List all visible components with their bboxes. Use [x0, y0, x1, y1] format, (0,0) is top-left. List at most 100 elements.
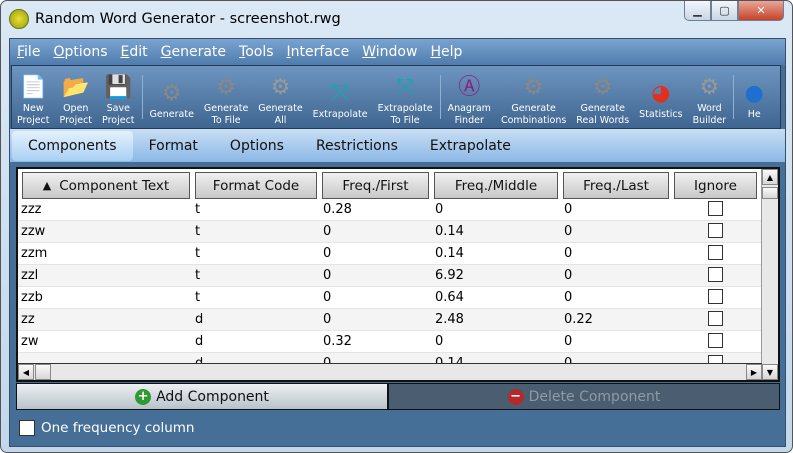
table-cell: zzm: [21, 246, 48, 261]
table-cell: t: [195, 224, 201, 239]
toolbar-generate-real-words-button[interactable]: ⚙ Generate Real Words: [571, 67, 634, 127]
scroll-up-button[interactable]: ▲: [762, 169, 778, 185]
menu-tools[interactable]: Tools: [239, 44, 274, 60]
minus-icon: −: [507, 388, 524, 405]
menu-options[interactable]: Options: [53, 44, 107, 60]
add-component-label: Add Component: [156, 388, 269, 405]
title-bar: Random Word Generator - screenshot.rwg: [9, 7, 341, 31]
ignore-checkbox[interactable]: [708, 267, 723, 282]
table-cell: 0.28: [323, 202, 352, 217]
tab-components[interactable]: Components: [12, 130, 133, 161]
menu-generate[interactable]: Generate: [161, 44, 226, 60]
vertical-scroll-thumb[interactable]: [762, 187, 778, 199]
column-header-label: Freq./Middle: [454, 177, 538, 194]
toolbar-label-line1: Generate: [149, 109, 194, 120]
column-header-format-code[interactable]: Format Code: [195, 172, 317, 199]
table-cell: 0: [564, 290, 573, 305]
new-file-icon: 📄: [19, 75, 47, 100]
tab-options[interactable]: Options: [214, 131, 300, 161]
table-row[interactable]: zz d 0 2.48 0.22: [18, 309, 762, 331]
table-cell: 0: [435, 334, 444, 349]
app-window: Random Word Generator - screenshot.rwg ▁…: [0, 0, 793, 453]
tab-bar: Components Format Options Restrictions Extra…: [10, 129, 785, 162]
ignore-checkbox[interactable]: [708, 311, 723, 326]
ignore-checkbox[interactable]: [708, 201, 723, 216]
column-header-freq-last[interactable]: Freq./Last: [563, 172, 669, 199]
toolbar-label-line2: Combinations: [500, 115, 567, 126]
table-cell: 0: [564, 246, 573, 261]
table-cell: d: [195, 312, 204, 327]
one-frequency-checkbox[interactable]: One frequency column: [19, 420, 194, 436]
gear-abc-icon: ⚙: [523, 75, 544, 100]
scroll-right-button[interactable]: ▶: [746, 364, 762, 380]
ignore-checkbox[interactable]: [708, 245, 723, 260]
scroll-down-button[interactable]: ▼: [762, 364, 778, 380]
table-cell: 2.48: [435, 312, 464, 327]
menu-window[interactable]: Window: [362, 44, 417, 60]
add-component-button[interactable]: + Add Component: [16, 383, 388, 410]
checkbox[interactable]: [19, 420, 35, 436]
toolbar-label-line1: Generate: [258, 103, 303, 114]
table-row[interactable]: zzm t 0 0.14 0: [18, 243, 762, 265]
gear-icon: ⚙: [161, 81, 182, 106]
arrows-file-icon: ⤧: [396, 75, 414, 100]
toolbar-extrapolate-button[interactable]: ⤧ Extrapolate: [308, 67, 373, 127]
menu-interface[interactable]: Interface: [287, 44, 350, 60]
toolbar-label-line1: He: [747, 109, 761, 120]
table-row[interactable]: zzl t 0 6.92 0: [18, 265, 762, 287]
close-button[interactable]: ✕: [738, 1, 784, 21]
toolbar-label-line1: Generate: [511, 103, 556, 114]
column-header-ignore[interactable]: Ignore: [674, 172, 757, 199]
column-header-freq-middle[interactable]: Freq./Middle: [434, 172, 558, 199]
toolbar-anagram-finder-button[interactable]: Ⓐ Anagram Finder: [443, 67, 496, 127]
minimize-button[interactable]: ▁: [684, 1, 711, 21]
table-cell: 6.92: [435, 268, 464, 283]
toolbar-save-project-button[interactable]: 💾 Save Project: [97, 67, 140, 127]
toolbar-label-line1: Save: [106, 103, 130, 114]
table-cell: 0: [564, 334, 573, 349]
components-table: d 0 0.14 0 zw d 0.32 0 0 zz d 0 2.48 0.22 zzb t 0 0.64 0 zz…: [16, 167, 780, 382]
ignore-checkbox[interactable]: [708, 289, 723, 304]
toolbar-he-button[interactable]: ● He: [736, 67, 772, 127]
gear-file-icon: ⚙: [216, 75, 236, 100]
toolbar-generate-all-button[interactable]: ⚙ Generate All: [253, 67, 307, 127]
toolbar-generate-button[interactable]: ⚙ Generate: [145, 67, 199, 127]
table-cell: zz: [21, 312, 35, 327]
menu-help[interactable]: Help: [430, 44, 462, 60]
column-header-freq-first[interactable]: Freq./First: [322, 172, 429, 199]
column-header-component-text[interactable]: ▲ Component Text: [22, 172, 190, 199]
tab-restrictions[interactable]: Restrictions: [300, 131, 414, 161]
table-cell: 0: [435, 202, 444, 217]
menu-file[interactable]: File: [17, 44, 40, 60]
maximize-button[interactable]: ▢: [711, 1, 738, 21]
toolbar-open-project-button[interactable]: 📂 Open Project: [55, 67, 98, 127]
delete-component-button[interactable]: − Delete Component: [388, 383, 780, 410]
ignore-checkbox[interactable]: [708, 333, 723, 348]
table-row[interactable]: zzb t 0 0.64 0: [18, 287, 762, 309]
column-header-label: Component Text: [59, 177, 170, 194]
horizontal-scrollbar[interactable]: ◀ ▶: [18, 363, 762, 380]
toolbar-generate-to-file-button[interactable]: ⚙ Generate To File: [199, 67, 253, 127]
table-row[interactable]: zzw t 0 0.14 0: [18, 221, 762, 243]
toolbar-word-builder-button[interactable]: ⚙ Word Builder: [688, 67, 732, 127]
toolbar-label-line1: Generate: [203, 103, 249, 114]
toolbar-new-project-button[interactable]: 📄 New Project: [12, 67, 55, 127]
scroll-left-button[interactable]: ◀: [18, 364, 34, 380]
vertical-scrollbar[interactable]: ▲ ▼: [761, 169, 778, 380]
ignore-checkbox[interactable]: [708, 223, 723, 238]
toolbar-label-line1: New: [22, 103, 44, 114]
table-cell: 0.14: [435, 246, 464, 261]
table-row[interactable]: zzz t 0.28 0 0: [18, 199, 762, 221]
toolbar-label-line2: Project: [17, 115, 50, 126]
tab-format[interactable]: Format: [133, 131, 214, 161]
toolbar-label-line1: Word: [697, 103, 722, 114]
menu-edit[interactable]: Edit: [120, 44, 147, 60]
toolbar-separator: [733, 75, 735, 119]
tab-extrapolate[interactable]: Extrapolate: [414, 131, 527, 161]
toolbar-statistics-button[interactable]: ◕ Statistics: [634, 67, 687, 127]
toolbar-extrapolate-to-file-button[interactable]: ⤧ Extrapolate To File: [373, 67, 438, 127]
table-cell: 0.64: [435, 290, 464, 305]
toolbar-generate-combinations-button[interactable]: ⚙ Generate Combinations: [496, 67, 571, 127]
table-row[interactable]: zw d 0.32 0 0: [18, 331, 762, 353]
horizontal-scroll-thumb[interactable]: [35, 364, 51, 380]
